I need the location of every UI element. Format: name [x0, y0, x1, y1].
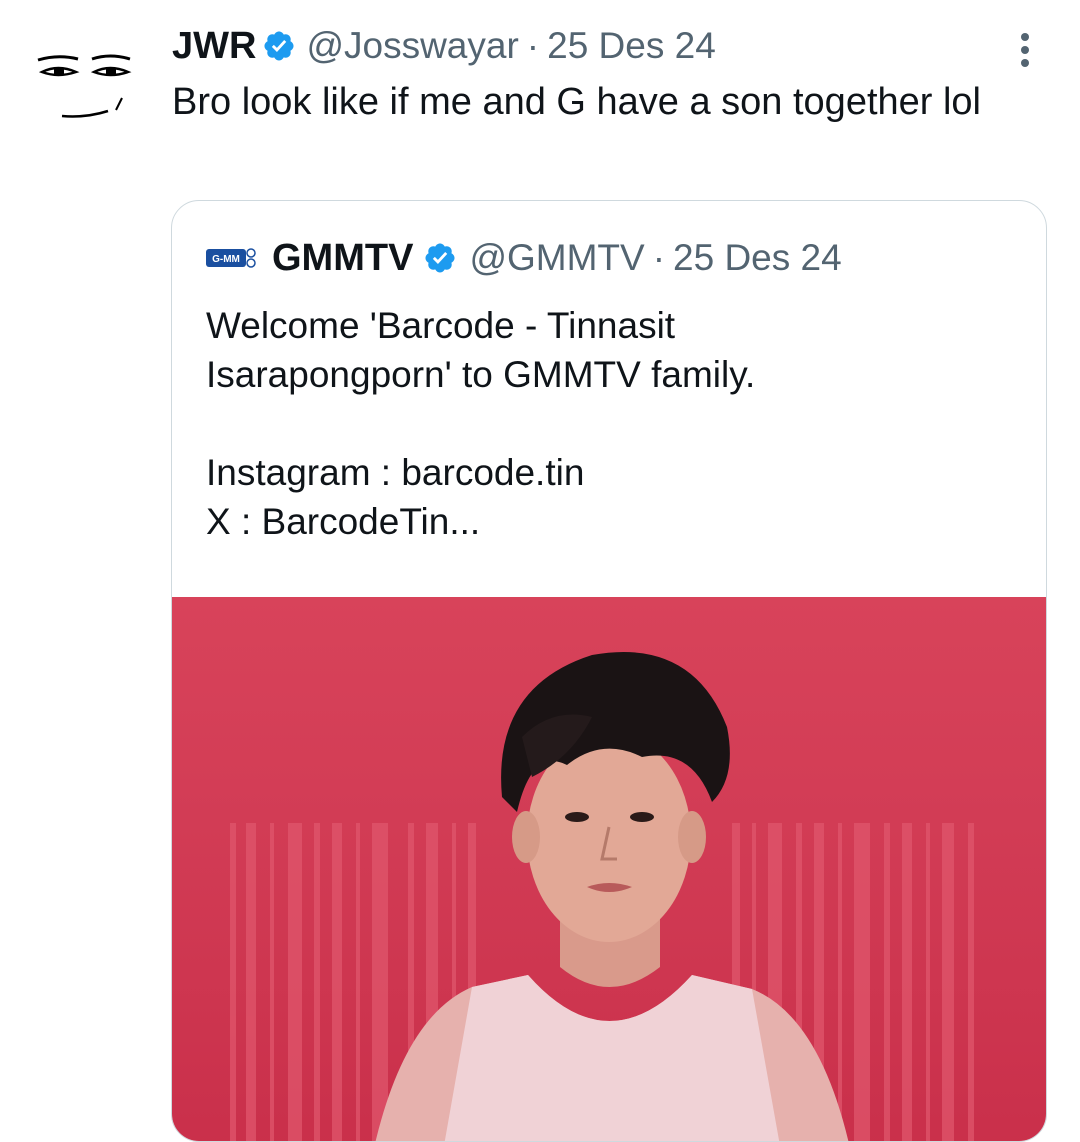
quoted-text-line: Instagram : barcode.tin: [206, 452, 585, 493]
separator-dot: ·: [652, 237, 666, 278]
quoted-text-line: Welcome 'Barcode - Tinnasit: [206, 305, 676, 346]
quoted-text-line: Isarapongporn' to GMMTV family.: [206, 354, 756, 395]
quoted-tweet-media[interactable]: [172, 597, 1046, 1141]
separator-dot: ·: [526, 25, 540, 66]
quoted-author-handle[interactable]: @GMMTV: [469, 237, 644, 279]
quoted-tweet-header: G-MM GMMTV @GMMTV · 25 Des 24: [206, 233, 842, 283]
quoted-text-line: [206, 399, 1026, 448]
quoted-tweet-text: Welcome 'Barcode - Tinnasit Isarapongpor…: [206, 301, 1026, 546]
quoted-text-line: X : BarcodeTin...: [206, 501, 481, 542]
author-display-name[interactable]: JWR: [172, 25, 256, 68]
gmmtv-logo-icon: G-MM: [206, 248, 256, 268]
promo-photo: [230, 652, 974, 1141]
quoted-tweet-date[interactable]: 25 Des 24: [673, 237, 842, 279]
quoted-tweet-card[interactable]: G-MM GMMTV @GMMTV · 25 Des 24 Welcome 'B…: [171, 200, 1047, 1142]
author-handle[interactable]: @Josswayar: [306, 25, 518, 67]
verified-badge-icon: [264, 31, 294, 61]
tweet-date[interactable]: 25 Des 24: [547, 25, 716, 67]
meme-face-avatar-icon: [37, 54, 132, 118]
avatar[interactable]: [30, 36, 142, 148]
gmm-logo-text: G-MM: [212, 254, 240, 265]
tweet-text: Bro look like if me and G have a son tog…: [172, 81, 982, 123]
verified-badge-icon: [425, 243, 455, 273]
more-vertical-icon[interactable]: [1010, 30, 1040, 70]
tweet-header: JWR @Josswayar · 25 Des 24: [172, 22, 716, 70]
quoted-author-display-name[interactable]: GMMTV: [272, 237, 413, 280]
